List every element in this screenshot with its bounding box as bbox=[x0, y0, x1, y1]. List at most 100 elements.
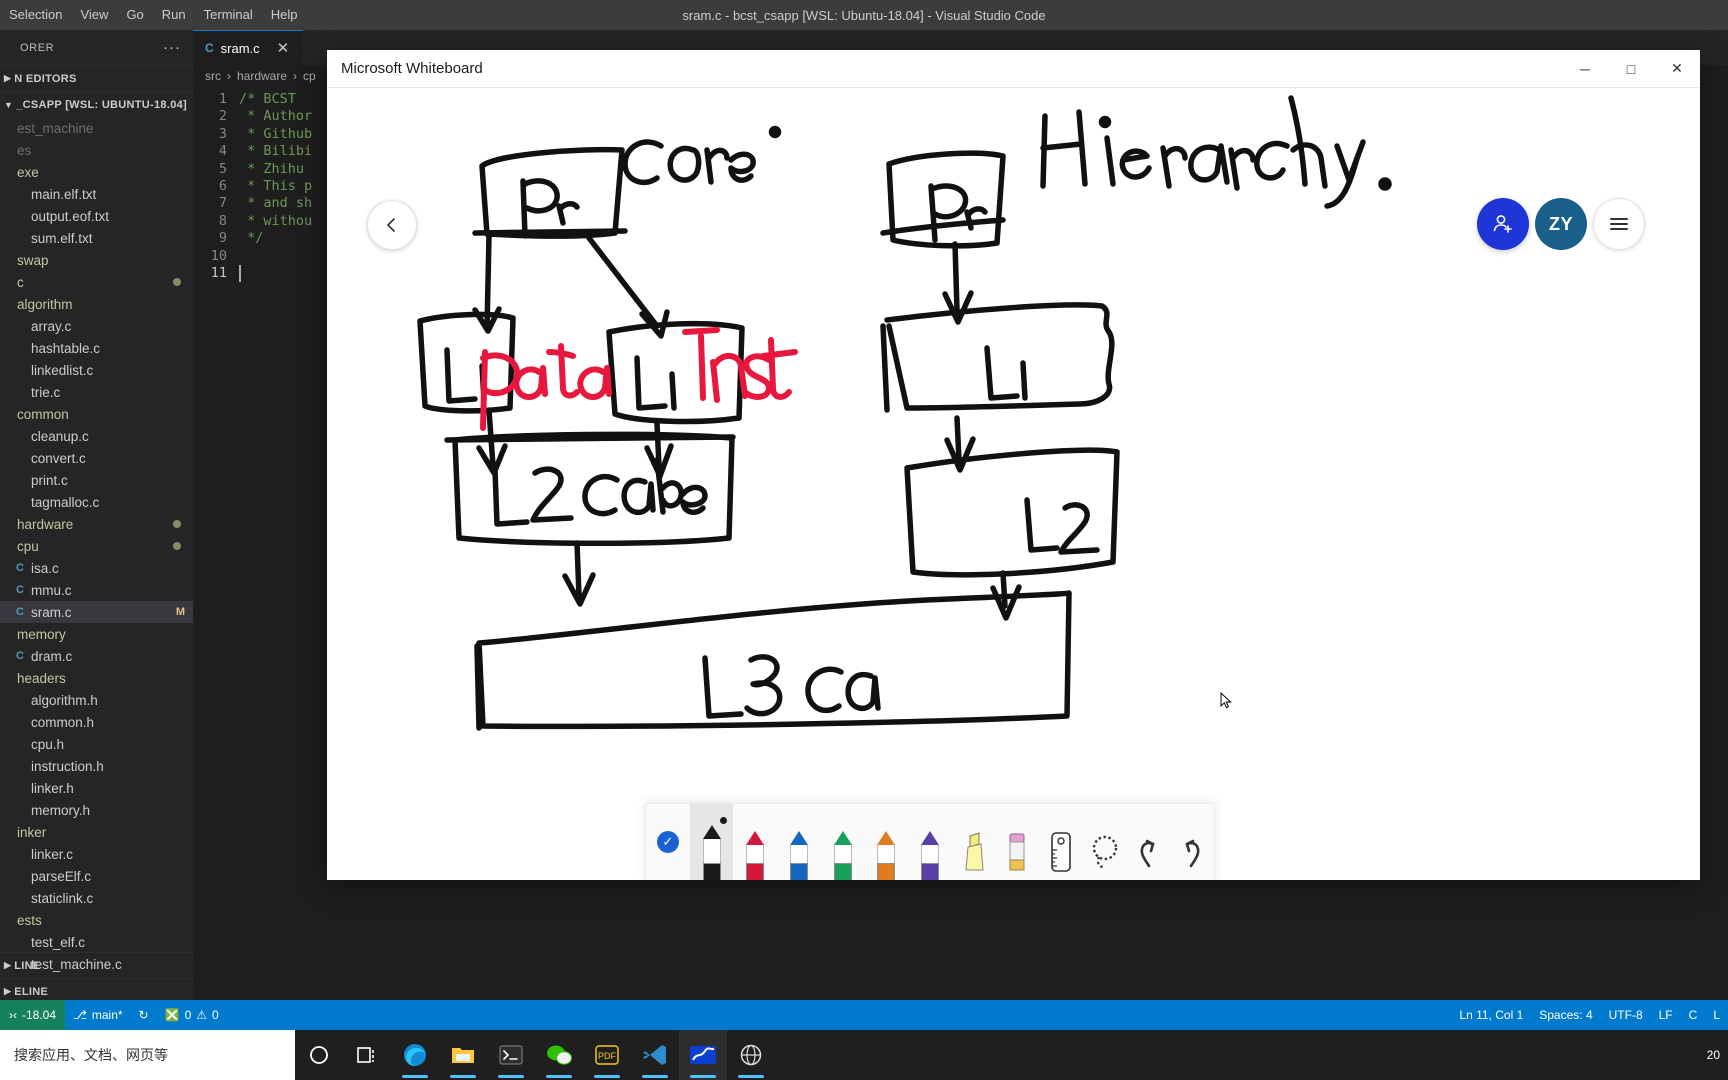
breadcrumb-cpu[interactable]: cp bbox=[303, 69, 316, 83]
minimize-button[interactable]: ─ bbox=[1562, 50, 1608, 88]
tree-item[interactable]: staticlink.c bbox=[0, 887, 193, 909]
status-problems[interactable]: ❎ 0 ⚠ 0 bbox=[157, 1000, 227, 1030]
tree-item[interactable]: linker.h bbox=[0, 777, 193, 799]
taskbar-search-input[interactable]: 搜索应用、文档、网页等 bbox=[0, 1030, 295, 1080]
tree-item[interactable]: cpu.h bbox=[0, 733, 193, 755]
tree-item[interactable]: swap bbox=[0, 249, 193, 271]
tool-pen-black[interactable] bbox=[689, 803, 734, 880]
tool-undo[interactable] bbox=[1127, 803, 1171, 880]
status-remote[interactable]: ›‹ -18.04 bbox=[0, 1000, 66, 1030]
maximize-button[interactable]: □ bbox=[1608, 50, 1654, 88]
tree-item[interactable]: linker.c bbox=[0, 843, 193, 865]
menu-item-run[interactable]: Run bbox=[153, 0, 195, 30]
terminal-icon[interactable] bbox=[487, 1030, 535, 1080]
close-button[interactable]: ✕ bbox=[1654, 50, 1700, 88]
tree-item[interactable]: inker bbox=[0, 821, 193, 843]
system-tray[interactable]: 20 bbox=[1707, 1048, 1728, 1062]
tree-item[interactable]: test_elf.c bbox=[0, 931, 193, 953]
pdf-reader-icon[interactable]: PDF bbox=[583, 1030, 631, 1080]
status-indentation[interactable]: Spaces: 4 bbox=[1531, 1000, 1600, 1030]
tool-redo[interactable] bbox=[1170, 803, 1214, 880]
tree-item[interactable]: sum.elf.txt bbox=[0, 227, 193, 249]
browser-icon[interactable] bbox=[727, 1030, 775, 1080]
tree-item[interactable]: hashtable.c bbox=[0, 337, 193, 359]
status-language-mode[interactable]: C bbox=[1681, 1000, 1706, 1030]
tree-item[interactable]: est_machine bbox=[0, 117, 193, 139]
tool-ruler[interactable] bbox=[1039, 803, 1083, 880]
file-tree[interactable]: est_machine es exe main.elf.txt output.eof.t… bbox=[0, 117, 193, 975]
tool-pen-rainbow[interactable] bbox=[864, 803, 908, 880]
tool-pen-blue[interactable] bbox=[777, 803, 821, 880]
code-content[interactable]: /* BCST * Author * Github * Bilibi * Zhi… bbox=[239, 91, 312, 282]
tree-item[interactable]: instruction.h bbox=[0, 755, 193, 777]
tree-item[interactable]: common bbox=[0, 403, 193, 425]
invite-button[interactable] bbox=[1477, 198, 1529, 250]
tree-item[interactable]: es bbox=[0, 139, 193, 161]
tree-item[interactable]: algorithm.h bbox=[0, 689, 193, 711]
explorer-more-icon[interactable]: ··· bbox=[163, 39, 181, 56]
tree-item[interactable]: ests bbox=[0, 909, 193, 931]
tree-item[interactable]: algorithm bbox=[0, 293, 193, 315]
tab-sram-c[interactable]: C sram.c ✕ bbox=[193, 30, 303, 65]
breadcrumb-hardware[interactable]: hardware bbox=[237, 69, 287, 83]
whiteboard-icon[interactable] bbox=[679, 1030, 727, 1080]
tree-item[interactable]: linkedlist.c bbox=[0, 359, 193, 381]
status-encoding[interactable]: UTF-8 bbox=[1601, 1000, 1651, 1030]
whiteboard-menu-button[interactable] bbox=[1593, 198, 1645, 250]
tree-item[interactable]: Cdram.c bbox=[0, 645, 193, 667]
pen-toolbar[interactable]: ✓ bbox=[645, 803, 1215, 880]
menu-item-go[interactable]: Go bbox=[117, 0, 152, 30]
tree-item[interactable]: tagmalloc.c bbox=[0, 491, 193, 513]
file-explorer-icon[interactable] bbox=[439, 1030, 487, 1080]
tree-item[interactable]: array.c bbox=[0, 315, 193, 337]
avatar[interactable]: ZY bbox=[1535, 198, 1587, 250]
status-cursor-position[interactable]: Ln 11, Col 1 bbox=[1451, 1000, 1531, 1030]
tool-selected-check[interactable]: ✓ bbox=[646, 803, 690, 880]
tree-item[interactable]: main.elf.txt bbox=[0, 183, 193, 205]
tree-item[interactable]: exe bbox=[0, 161, 193, 183]
tool-pen-green[interactable] bbox=[821, 803, 865, 880]
tree-item[interactable]: memory bbox=[0, 623, 193, 645]
tool-pen-galaxy[interactable] bbox=[908, 803, 952, 880]
section-outline[interactable]: ▶ LINE bbox=[0, 952, 193, 978]
explorer-sidebar[interactable]: ORER ··· ▶ N EDITORS ▼ _CSAPP [WSL: UBUN… bbox=[0, 30, 193, 1030]
status-extra[interactable]: L bbox=[1705, 1000, 1728, 1030]
tree-item[interactable]: hardware bbox=[0, 513, 193, 535]
tool-eraser[interactable] bbox=[996, 803, 1040, 880]
menu-item-selection[interactable]: Selection bbox=[0, 0, 71, 30]
windows-taskbar[interactable]: 搜索应用、文档、网页等 PDF 20 bbox=[0, 1030, 1728, 1080]
status-branch[interactable]: ⎇ main* bbox=[65, 1000, 131, 1030]
tree-item[interactable]: common.h bbox=[0, 711, 193, 733]
vscode-icon[interactable] bbox=[631, 1030, 679, 1080]
edge-icon[interactable] bbox=[391, 1030, 439, 1080]
wechat-icon[interactable] bbox=[535, 1030, 583, 1080]
menu-item-terminal[interactable]: Terminal bbox=[195, 0, 262, 30]
tree-item[interactable]: trie.c bbox=[0, 381, 193, 403]
cortana-icon[interactable] bbox=[295, 1030, 343, 1080]
tree-item[interactable]: convert.c bbox=[0, 447, 193, 469]
tool-pen-red[interactable] bbox=[733, 803, 777, 880]
tree-item[interactable]: c bbox=[0, 271, 193, 293]
back-button[interactable] bbox=[367, 200, 417, 250]
status-eol[interactable]: LF bbox=[1651, 1000, 1681, 1030]
tree-item[interactable]: Csram.c M bbox=[0, 601, 193, 623]
window-controls[interactable]: ─ □ ✕ bbox=[1562, 50, 1700, 88]
tree-item[interactable]: output.eof.txt bbox=[0, 205, 193, 227]
tree-item[interactable]: memory.h bbox=[0, 799, 193, 821]
status-bar[interactable]: ›‹ -18.04 ⎇ main* ↻ ❎ 0 ⚠ 0 Ln 11, Col 1… bbox=[0, 1000, 1728, 1030]
tool-lasso-select[interactable] bbox=[1083, 803, 1127, 880]
tree-item[interactable]: cpu bbox=[0, 535, 193, 557]
menu-item-help[interactable]: Help bbox=[262, 0, 307, 30]
tree-item[interactable]: parseElf.c bbox=[0, 865, 193, 887]
tool-highlighter-yellow[interactable] bbox=[952, 803, 996, 880]
vscode-menubar[interactable]: Selection View Go Run Terminal Help bbox=[0, 0, 307, 30]
whiteboard-canvas[interactable]: ZY ✓ bbox=[327, 88, 1700, 880]
breadcrumb-src[interactable]: src bbox=[205, 69, 221, 83]
tree-item[interactable]: Cmmu.c bbox=[0, 579, 193, 601]
task-view-icon[interactable] bbox=[343, 1030, 391, 1080]
menu-item-view[interactable]: View bbox=[71, 0, 117, 30]
status-sync[interactable]: ↻ bbox=[131, 1000, 157, 1030]
tree-item[interactable]: cleanup.c bbox=[0, 425, 193, 447]
tree-item[interactable]: Cisa.c bbox=[0, 557, 193, 579]
section-workspace[interactable]: ▼ _CSAPP [WSL: UBUNTU-18.04] bbox=[0, 91, 193, 117]
